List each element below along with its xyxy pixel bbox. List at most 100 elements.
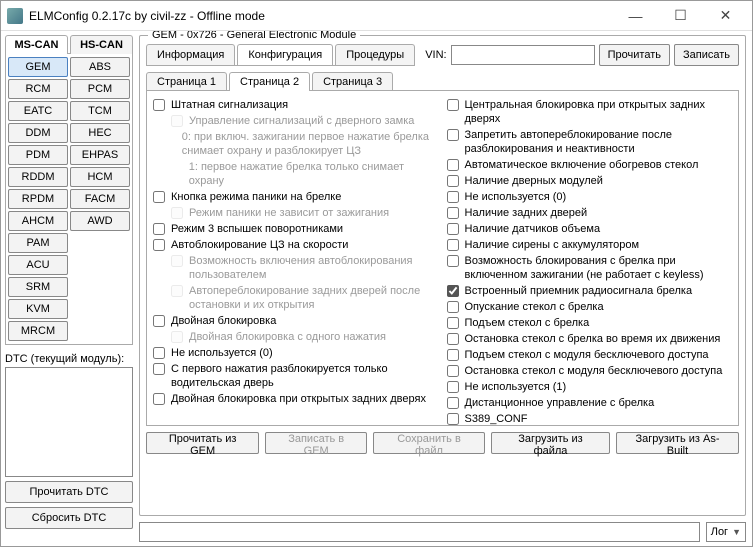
- option-checkbox[interactable]: [447, 413, 459, 425]
- load-from-asbuilt-button[interactable]: Загрузить из As-Built: [616, 432, 739, 454]
- option-checkbox[interactable]: [153, 393, 165, 405]
- read-from-gem-button[interactable]: Прочитать из GEM: [146, 432, 259, 454]
- module-button-awd[interactable]: AWD: [70, 211, 130, 231]
- title-bar: ELMConfig 0.2.17c by civil-zz - Offline …: [1, 1, 752, 31]
- dtc-reset-button[interactable]: Сбросить DTC: [5, 507, 133, 529]
- option-checkbox[interactable]: [447, 365, 459, 377]
- option-row: Подъем стекол с брелка: [447, 315, 733, 331]
- maximize-button[interactable]: ☐: [658, 2, 703, 30]
- option-checkbox[interactable]: [153, 239, 165, 251]
- option-checkbox[interactable]: [447, 175, 459, 187]
- module-button-acu[interactable]: ACU: [8, 255, 68, 275]
- option-checkbox[interactable]: [447, 317, 459, 329]
- module-button-tcm[interactable]: TCM: [70, 101, 130, 121]
- option-checkbox[interactable]: [447, 207, 459, 219]
- option-label: Центральная блокировка при открытых задн…: [465, 98, 733, 126]
- option-checkbox[interactable]: [153, 315, 165, 327]
- option-label: Подъем стекол с модуля бесключевого дост…: [465, 348, 709, 362]
- option-checkbox[interactable]: [447, 301, 459, 313]
- module-button-ehpas[interactable]: EHPAS: [70, 145, 130, 165]
- option-checkbox[interactable]: [447, 285, 459, 297]
- gem-tab-info[interactable]: Информация: [146, 44, 235, 65]
- option-row: Центральная блокировка при открытых задн…: [447, 97, 733, 127]
- option-checkbox[interactable]: [447, 129, 459, 141]
- options-column-right: Центральная блокировка при открытых задн…: [447, 97, 733, 421]
- option-checkbox[interactable]: [447, 99, 459, 111]
- module-button-ddm[interactable]: DDM: [8, 123, 68, 143]
- module-button-mrcm[interactable]: MRCM: [8, 321, 68, 341]
- dtc-block: DTC (текущий модуль): Прочитать DTC Сбро…: [5, 351, 133, 529]
- gem-tab-proc[interactable]: Процедуры: [335, 44, 415, 65]
- dtc-list[interactable]: [5, 367, 133, 477]
- option-label: Не используется (0): [465, 190, 567, 204]
- page-tab-3[interactable]: Страница 3: [312, 72, 393, 91]
- option-row: Автопереблокирование задних дверей после…: [153, 283, 439, 313]
- bus-tab-body: GEMRCMEATCDDMPDMRDDMRPDMAHCMPAMACUSRMKVM…: [5, 53, 133, 345]
- option-label: Возможность включения автоблокирования п…: [189, 254, 439, 282]
- close-button[interactable]: ✕: [703, 2, 748, 30]
- page-tab-1[interactable]: Страница 1: [146, 72, 227, 91]
- option-row: Двойная блокировка: [153, 313, 439, 329]
- bus-tab-mscan[interactable]: MS-CAN: [5, 35, 68, 54]
- load-from-file-button[interactable]: Загрузить из файла: [491, 432, 610, 454]
- option-row: Опускание стекол с брелка: [447, 299, 733, 315]
- log-input[interactable]: [139, 522, 700, 542]
- option-row: Двойная блокировка с одного нажатия: [153, 329, 439, 345]
- module-button-ahcm[interactable]: AHCM: [8, 211, 68, 231]
- option-checkbox[interactable]: [447, 223, 459, 235]
- app-icon: [7, 8, 23, 24]
- minimize-button[interactable]: —: [613, 2, 658, 30]
- option-checkbox[interactable]: [153, 347, 165, 359]
- option-checkbox[interactable]: [153, 191, 165, 203]
- option-checkbox[interactable]: [153, 223, 165, 235]
- vin-input[interactable]: [451, 45, 595, 65]
- module-button-pcm[interactable]: PCM: [70, 79, 130, 99]
- module-button-pam[interactable]: PAM: [8, 233, 68, 253]
- module-column-hs: ABSPCMTCMHECEHPASHCMFACMAWD: [70, 57, 130, 341]
- module-button-rpdm[interactable]: RPDM: [8, 189, 68, 209]
- option-checkbox[interactable]: [447, 255, 459, 267]
- option-row: Не используется (0): [153, 345, 439, 361]
- write-button[interactable]: Записать: [674, 44, 739, 66]
- option-checkbox[interactable]: [447, 239, 459, 251]
- option-row: Двойная блокировка при открытых задних д…: [153, 391, 439, 407]
- option-label: 0: при включ. зажигании первое нажатие б…: [182, 130, 439, 158]
- module-button-hec[interactable]: HEC: [70, 123, 130, 143]
- module-button-rddm[interactable]: RDDM: [8, 167, 68, 187]
- option-checkbox[interactable]: [447, 349, 459, 361]
- read-button[interactable]: Прочитать: [599, 44, 670, 66]
- module-button-eatc[interactable]: EATC: [8, 101, 68, 121]
- option-checkbox[interactable]: [447, 397, 459, 409]
- option-checkbox[interactable]: [447, 159, 459, 171]
- module-button-hcm[interactable]: HCM: [70, 167, 130, 187]
- module-button-facm[interactable]: FACM: [70, 189, 130, 209]
- option-row: Режим 3 вспышек поворотниками: [153, 221, 439, 237]
- module-button-rcm[interactable]: RCM: [8, 79, 68, 99]
- module-button-srm[interactable]: SRM: [8, 277, 68, 297]
- page-tabstrip: Страница 1 Страница 2 Страница 3: [146, 72, 739, 91]
- option-label: Автопереблокирование задних дверей после…: [189, 284, 439, 312]
- module-button-gem[interactable]: GEM: [8, 57, 68, 77]
- option-checkbox[interactable]: [447, 191, 459, 203]
- option-row: Встроенный приемник радиосигнала брелка: [447, 283, 733, 299]
- option-label: Не используется (1): [465, 380, 567, 394]
- dtc-read-button[interactable]: Прочитать DTC: [5, 481, 133, 503]
- option-checkbox[interactable]: [447, 381, 459, 393]
- option-row: Запретить автопереблокирование после раз…: [447, 127, 733, 157]
- option-checkbox[interactable]: [153, 363, 165, 375]
- module-button-pdm[interactable]: PDM: [8, 145, 68, 165]
- module-column-ms: GEMRCMEATCDDMPDMRDDMRPDMAHCMPAMACUSRMKVM…: [8, 57, 68, 341]
- module-button-abs[interactable]: ABS: [70, 57, 130, 77]
- option-checkbox[interactable]: [447, 333, 459, 345]
- option-row: Подъем стекол с модуля бесключевого дост…: [447, 347, 733, 363]
- save-to-file-button[interactable]: Сохранить в файл: [373, 432, 485, 454]
- log-combo[interactable]: Лог ▼: [706, 522, 746, 542]
- write-to-gem-button[interactable]: Записать в GEM: [265, 432, 367, 454]
- option-row: Дистанционное управление с брелка: [447, 395, 733, 411]
- module-button-kvm[interactable]: KVM: [8, 299, 68, 319]
- page-tab-2[interactable]: Страница 2: [229, 72, 310, 91]
- option-checkbox[interactable]: [153, 99, 165, 111]
- gem-tab-config[interactable]: Конфигурация: [237, 44, 333, 65]
- option-label: Встроенный приемник радиосигнала брелка: [465, 284, 693, 298]
- bus-tab-hscan[interactable]: HS-CAN: [70, 35, 133, 54]
